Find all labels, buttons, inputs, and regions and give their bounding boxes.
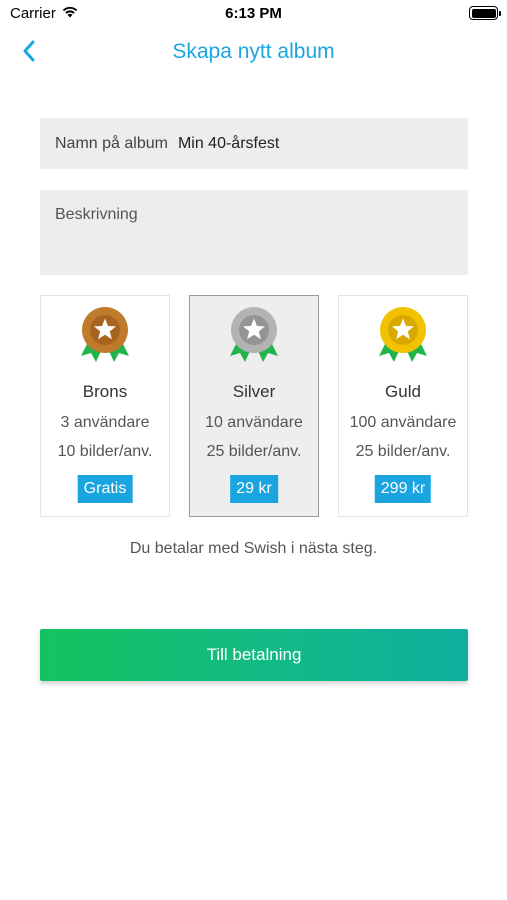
pay-button[interactable]: Till betalning — [40, 629, 468, 681]
gold-medal-icon — [339, 304, 467, 366]
plan-users: 100 användare — [349, 414, 457, 431]
plan-users: 3 användare — [60, 414, 150, 431]
album-name-label: Namn på album — [55, 134, 168, 152]
description-field[interactable]: Beskrivning — [40, 190, 468, 275]
page-title: Skapa nytt album — [172, 40, 335, 63]
battery-icon — [469, 6, 501, 20]
plan-name: Brons — [82, 382, 128, 401]
plan-name: Guld — [385, 382, 421, 401]
album-name-input[interactable]: Min 40-årsfest — [178, 135, 279, 153]
bronze-medal-icon — [41, 304, 169, 366]
plan-card-silver[interactable]: Silver 10 användare 25 bilder/anv. 29 kr — [189, 295, 319, 517]
plan-card-bronze[interactable]: Brons 3 användare 10 bilder/anv. Gratis — [40, 295, 170, 517]
nav-bar: Skapa nytt album — [0, 28, 507, 78]
description-placeholder: Beskrivning — [55, 206, 138, 223]
status-time: 6:13 PM — [225, 5, 282, 22]
album-name-field[interactable]: Namn på album Min 40-årsfest — [40, 118, 468, 169]
payment-note: Du betalar med Swish i nästa steg. — [129, 540, 378, 557]
plan-images: 10 bilder/anv. — [57, 443, 153, 460]
plan-images: 25 bilder/anv. — [206, 443, 302, 460]
plan-card-gold[interactable]: Guld 100 användare 25 bilder/anv. 299 kr — [338, 295, 468, 517]
price-badge: 29 kr — [230, 475, 278, 503]
price-badge: 299 kr — [374, 475, 432, 503]
silver-medal-icon — [190, 304, 318, 366]
plan-images: 25 bilder/anv. — [355, 443, 451, 460]
plan-name: Silver — [232, 382, 276, 401]
price-badge: Gratis — [77, 475, 133, 503]
status-bar: Carrier 6:13 PM — [0, 0, 507, 28]
plan-users: 10 användare — [205, 414, 303, 431]
